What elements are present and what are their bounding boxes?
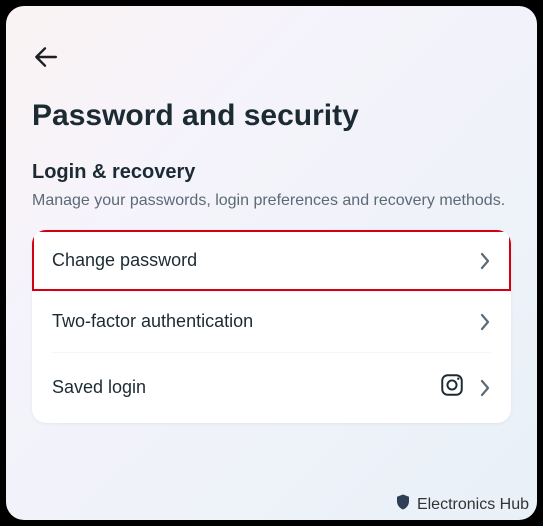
chevron-right-icon (479, 379, 491, 397)
section-title: Login & recovery (32, 161, 511, 184)
row-label: Saved login (52, 377, 146, 398)
instagram-icon (439, 372, 465, 403)
options-card: Change password Two-factor authenticatio… (32, 230, 511, 423)
chevron-right-icon (479, 252, 491, 270)
two-factor-row[interactable]: Two-factor authentication (32, 291, 511, 352)
row-label: Two-factor authentication (52, 311, 253, 332)
saved-login-row[interactable]: Saved login (32, 352, 511, 423)
row-label: Change password (52, 250, 197, 271)
shield-icon (394, 493, 412, 516)
change-password-row[interactable]: Change password (32, 230, 511, 291)
back-button[interactable] (32, 44, 58, 75)
settings-screen: Password and security Login & recovery M… (6, 6, 537, 520)
watermark-text: Electronics Hub (417, 496, 529, 514)
watermark: Electronics Hub (394, 493, 529, 516)
page-title: Password and security (32, 99, 511, 133)
arrow-left-icon (32, 44, 58, 75)
chevron-right-icon (479, 313, 491, 331)
section-description: Manage your passwords, login preferences… (32, 190, 511, 212)
